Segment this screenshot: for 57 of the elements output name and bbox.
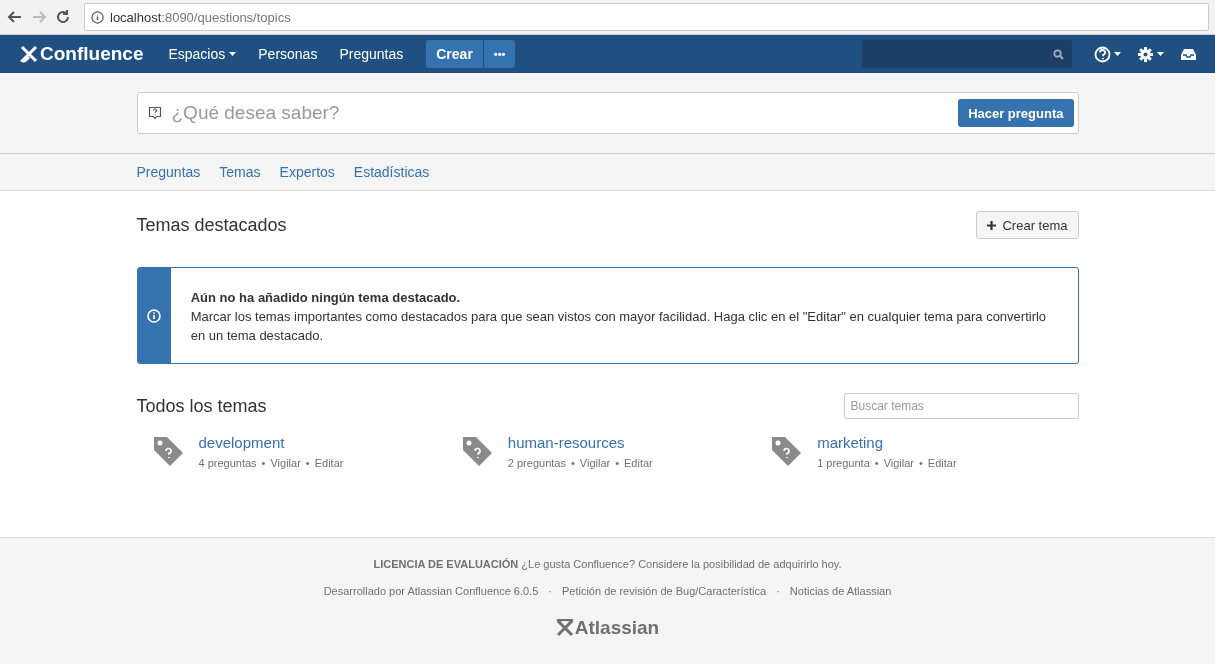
atlassian-logo[interactable]: Atlassian: [555, 617, 660, 639]
caret-icon: [1157, 52, 1164, 56]
message-text: Marcar los temas importantes como destacados para que sean vistos con mayor facilidad. Haga clic en el "Editar" en cualquier tema para convertirlo en un tema destacado.: [190, 308, 1048, 345]
help-icon: [1094, 45, 1111, 63]
topic-link[interactable]: marketing: [817, 434, 957, 451]
separator: •: [570, 457, 575, 469]
search-field[interactable]: Buscar temas: [843, 393, 1079, 419]
watch-link[interactable]: Vigilar: [579, 457, 611, 469]
section-tab[interactable]: Estadísticas: [353, 164, 430, 180]
footer-link[interactable]: Petición de revisión de Bug/Característica: [561, 585, 767, 597]
plus-icon: [987, 220, 997, 230]
nav-link[interactable]: Espacios: [157, 46, 248, 62]
section-title: Todos los temas: [136, 395, 267, 417]
question-field[interactable]: ¿Qué desea saber? Hacer pregunta: [136, 92, 1079, 134]
address-bar[interactable]: localhost:8090/questions/topics: [84, 3, 1209, 31]
tag-icon: [769, 434, 804, 468]
separator: •: [919, 457, 923, 469]
inbox-icon: [1180, 46, 1197, 62]
edit-link[interactable]: Editar: [624, 457, 653, 469]
search-field[interactable]: [862, 40, 1072, 68]
settings-icon: [1137, 45, 1154, 63]
create-topic-button[interactable]: Crear tema: [976, 211, 1079, 239]
separator: •: [615, 457, 620, 469]
footer-link[interactable]: Desarrollado por Atlassian Confluence 6.0.5: [323, 585, 539, 597]
more-button[interactable]: •••: [482, 40, 516, 68]
reload-icon[interactable]: [54, 8, 72, 26]
separator: ·: [776, 585, 780, 597]
separator: •: [261, 457, 266, 469]
ask-button[interactable]: Hacer pregunta: [958, 99, 1074, 127]
footer-link[interactable]: Noticias de Atlassian: [789, 585, 892, 597]
edit-link[interactable]: Editar: [314, 457, 344, 469]
separator: •: [874, 457, 879, 469]
info-icon: [147, 308, 162, 323]
question-icon: [147, 106, 162, 120]
nav-link[interactable]: Preguntas: [328, 46, 415, 62]
section-title: Temas destacados: [136, 214, 287, 236]
nav-link[interactable]: Personas: [247, 46, 329, 62]
license-notice: LICENCIA DE EVALUACIÓN ¿Le gusta Confluence? Considere la posibilidad de adquirirlo hoy.: [373, 558, 842, 570]
create-button[interactable]: Crear: [426, 40, 483, 68]
watch-link[interactable]: Vigilar: [883, 457, 914, 469]
section-tab[interactable]: Temas: [219, 164, 261, 180]
topic-link[interactable]: human-resources: [507, 434, 653, 451]
question-count: 1 pregunta: [817, 457, 870, 469]
question-count: 2 preguntas: [507, 457, 566, 469]
confluence-logo[interactable]: Confluence: [20, 43, 144, 65]
search-icon: [1053, 48, 1064, 60]
caret-icon: [1114, 52, 1121, 56]
question-count: 4 preguntas: [198, 457, 257, 469]
info-icon: [91, 10, 104, 24]
separator: ·: [548, 585, 552, 597]
separator: •: [305, 457, 310, 469]
edit-link[interactable]: Editar: [927, 457, 957, 469]
message-title: Aún no ha añadido ningún tema destacado.: [190, 289, 462, 307]
section-tab[interactable]: Preguntas: [136, 164, 201, 180]
watch-link[interactable]: Vigilar: [270, 457, 301, 469]
section-tab[interactable]: Expertos: [279, 164, 335, 180]
topic-link[interactable]: development: [198, 434, 344, 451]
